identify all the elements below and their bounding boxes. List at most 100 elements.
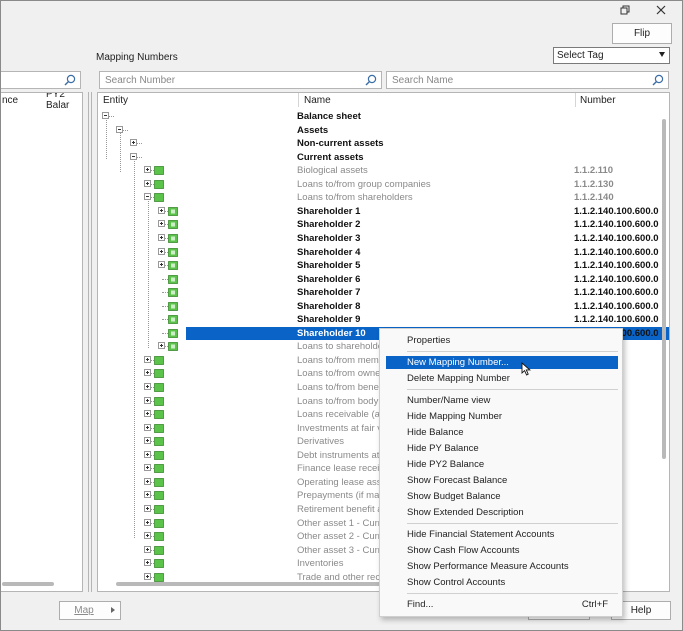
expand-icon[interactable]: [144, 369, 151, 377]
tree-row[interactable]: Assets: [98, 124, 658, 138]
tree-row[interactable]: Loans to/from shareholders 1.1.2.140: [98, 191, 658, 205]
tree-row-number: 1.1.2.140.100.600.0: [574, 232, 659, 244]
expand-icon[interactable]: [144, 572, 151, 580]
tree-row-name: Investments at fair v: [297, 422, 383, 434]
horizontal-scrollbar[interactable]: [2, 582, 54, 586]
expand-icon[interactable]: [144, 396, 151, 404]
folder-icon: [168, 274, 178, 284]
menu-separator: [407, 523, 618, 524]
menu-item[interactable]: Number/Name view: [386, 394, 618, 407]
expand-icon[interactable]: [144, 450, 151, 458]
tree-row[interactable]: Shareholder 8 1.1.2.140.100.600.0: [98, 300, 659, 314]
tree-row[interactable]: Loans to/from group companies 1.1.2.130: [98, 178, 658, 192]
panel-splitter[interactable]: [87, 92, 93, 592]
menu-item-label: Hide PY Balance: [407, 443, 479, 454]
menu-item[interactable]: Hide PY2 Balance: [386, 458, 618, 471]
expand-icon[interactable]: [144, 410, 151, 418]
expand-icon[interactable]: [144, 423, 151, 431]
column-header-number[interactable]: Number: [580, 93, 616, 107]
expand-icon[interactable]: [144, 166, 151, 174]
menu-item[interactable]: Show Control Accounts: [386, 576, 618, 589]
tree-row-name: Loans to/from owne: [297, 368, 381, 380]
search-name-input[interactable]: Search Name: [386, 71, 669, 89]
tree-row-name: Loans to/from mem: [297, 354, 379, 366]
menu-item-label: Hide Balance: [407, 427, 464, 438]
expand-icon[interactable]: [144, 504, 151, 512]
expand-icon[interactable]: [144, 355, 151, 363]
menu-item[interactable]: Find... Ctrl+F: [386, 598, 618, 611]
tree-row[interactable]: Shareholder 3 1.1.2.140.100.600.0: [98, 232, 659, 246]
tree-row[interactable]: Non-current assets: [98, 137, 658, 151]
expand-icon[interactable]: [130, 139, 137, 147]
folder-icon: [154, 504, 164, 514]
menu-item[interactable]: Show Cash Flow Accounts: [386, 544, 618, 557]
expand-icon[interactable]: [158, 247, 165, 255]
tree-row-name: Shareholder 10: [297, 327, 366, 339]
expand-icon[interactable]: [144, 559, 151, 567]
tree-row-number: 1.1.2.140.100.600.0: [574, 287, 659, 299]
tree-row-name: Shareholder 7: [297, 287, 361, 299]
tree-guide-line: [120, 131, 121, 173]
search-icon[interactable]: [652, 74, 664, 86]
expand-icon[interactable]: [144, 464, 151, 472]
search-number-input[interactable]: Search Number: [99, 71, 382, 89]
tree-row-number: 1.1.2.110: [574, 165, 614, 177]
expand-icon[interactable]: [144, 383, 151, 390]
expand-icon[interactable]: [158, 206, 165, 214]
menu-item[interactable]: Hide PY Balance: [386, 442, 618, 455]
menu-item[interactable]: Hide Balance: [386, 426, 618, 439]
tree-row-name: Biological assets: [297, 165, 368, 177]
close-icon[interactable]: [646, 1, 676, 19]
restore-icon[interactable]: [610, 1, 640, 19]
expand-icon[interactable]: [144, 437, 151, 445]
tree-row-name: Shareholder 8: [297, 300, 361, 312]
expand-icon[interactable]: [144, 545, 151, 553]
expand-icon[interactable]: [158, 220, 165, 228]
expand-icon[interactable]: [144, 518, 151, 526]
menu-item[interactable]: Show Extended Description: [386, 506, 618, 519]
menu-item[interactable]: Delete Mapping Number: [386, 372, 618, 385]
tree-row[interactable]: Biological assets 1.1.2.110: [98, 164, 658, 178]
search-name-placeholder: Search Name: [392, 74, 454, 86]
menu-item[interactable]: Show Forecast Balance: [386, 474, 618, 487]
column-header-name[interactable]: Name: [304, 93, 331, 107]
tree-row[interactable]: Shareholder 2 1.1.2.140.100.600.0: [98, 218, 659, 232]
tree-row[interactable]: Shareholder 6 1.1.2.140.100.600.0: [98, 273, 659, 287]
expand-icon[interactable]: [144, 179, 151, 187]
menu-item-label: Show Forecast Balance: [407, 475, 508, 486]
tree-row[interactable]: Shareholder 5 1.1.2.140.100.600.0: [98, 259, 659, 273]
chevron-right-icon: [111, 607, 115, 613]
left-search-input[interactable]: [1, 71, 81, 89]
menu-item[interactable]: Properties: [386, 334, 618, 347]
expand-icon[interactable]: [158, 233, 165, 241]
flip-button[interactable]: Flip: [612, 23, 672, 44]
tree-row[interactable]: Shareholder 1 1.1.2.140.100.600.0: [98, 205, 659, 219]
expand-icon[interactable]: [144, 491, 151, 499]
column-header[interactable]: PY2 Balar: [46, 93, 82, 111]
menu-item[interactable]: Show Performance Measure Accounts: [386, 560, 618, 573]
column-header[interactable]: nce: [2, 93, 18, 107]
tree-row[interactable]: Balance sheet: [98, 110, 658, 124]
tag-select[interactable]: Select Tag: [553, 47, 670, 64]
menu-item[interactable]: Show Budget Balance: [386, 490, 618, 503]
expand-icon[interactable]: [144, 532, 151, 540]
horizontal-scrollbar[interactable]: [116, 582, 386, 586]
tree-row[interactable]: Shareholder 7 1.1.2.140.100.600.0: [98, 286, 659, 300]
tree-row-number: 1.1.2.140: [574, 192, 614, 204]
menu-item[interactable]: Hide Mapping Number: [386, 410, 618, 423]
expand-icon[interactable]: [144, 477, 151, 485]
tree-row[interactable]: Shareholder 9 1.1.2.140.100.600.0: [98, 313, 659, 327]
folder-icon: [154, 450, 164, 460]
tree-row[interactable]: Current assets: [98, 151, 658, 165]
map-button[interactable]: Map: [59, 601, 121, 620]
search-icon[interactable]: [64, 74, 76, 86]
tree-row[interactable]: Shareholder 4 1.1.2.140.100.600.0: [98, 246, 659, 260]
expand-icon[interactable]: [158, 261, 165, 269]
column-header-entity[interactable]: Entity: [103, 93, 128, 107]
tree-row-name: Other asset 3 - Curre: [297, 544, 387, 556]
expand-icon[interactable]: [158, 342, 165, 350]
vertical-scrollbar[interactable]: [662, 119, 666, 459]
menu-item[interactable]: New Mapping Number...: [386, 356, 618, 369]
search-icon[interactable]: [365, 74, 377, 86]
menu-item[interactable]: Hide Financial Statement Accounts: [386, 528, 618, 541]
